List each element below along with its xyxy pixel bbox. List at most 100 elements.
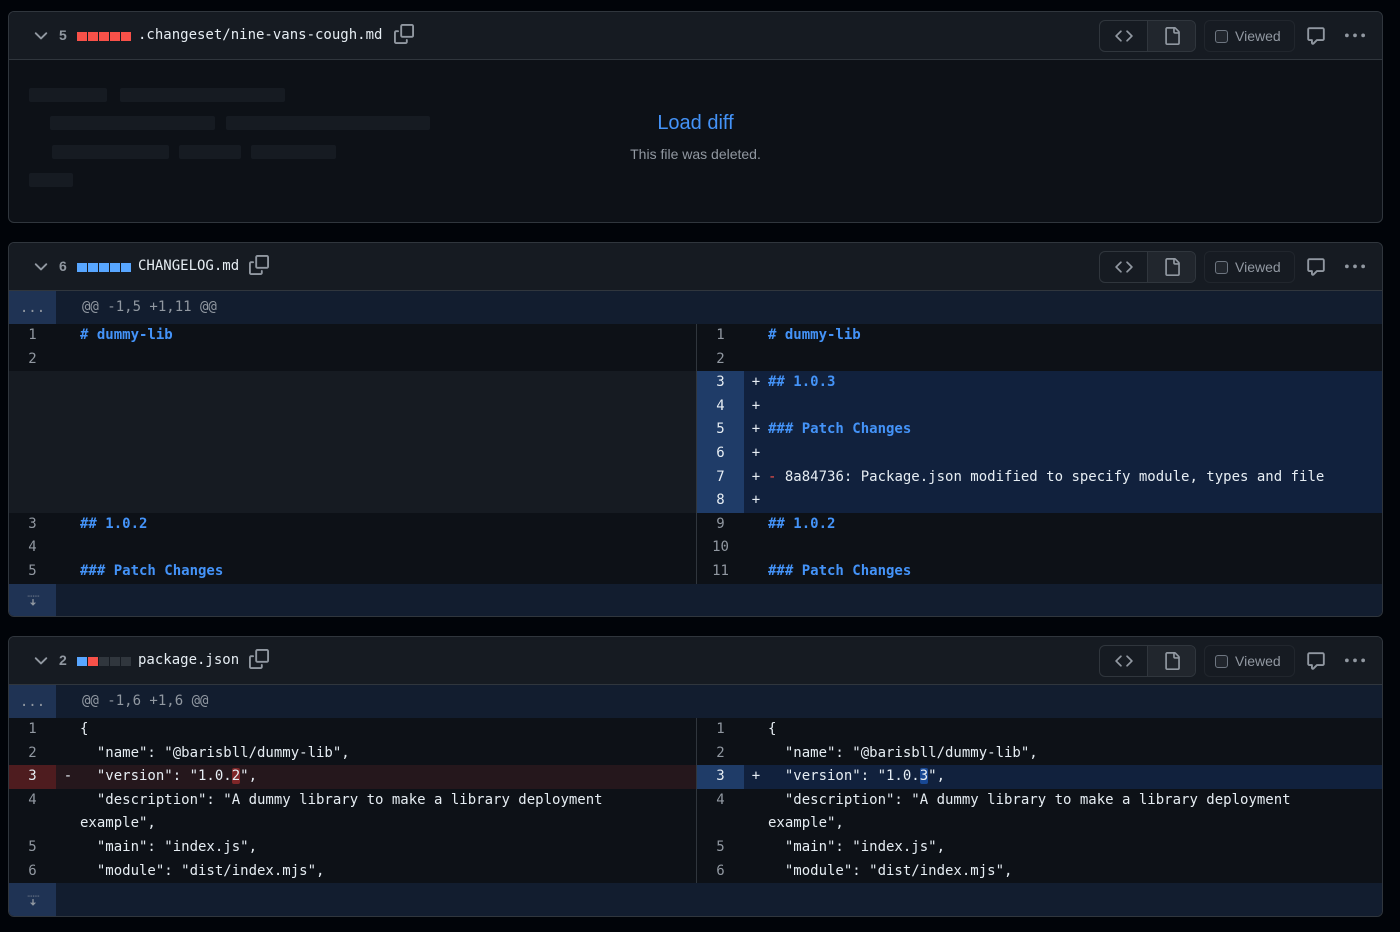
diff-row: 5 ### Patch Changes 11 ### Patch Changes — [9, 559, 1382, 584]
line-number[interactable]: 5 — [697, 418, 744, 442]
diff-marker: + — [751, 492, 761, 509]
chevron-down-icon[interactable] — [31, 257, 51, 277]
code-text: ", — [240, 768, 258, 785]
chevron-down-icon[interactable] — [31, 26, 51, 46]
right-side: 3 + "version": "1.0.3", — [696, 765, 1382, 789]
file-icon — [1164, 258, 1180, 276]
load-diff-link[interactable]: Load diff — [9, 112, 1382, 135]
code-line: "name": "@barisbll/dummy-lib", — [768, 742, 1382, 766]
left-side — [9, 465, 696, 490]
line-number[interactable]: 4 — [697, 394, 744, 419]
code-text: "version": "1.0. — [768, 768, 920, 785]
file-name-link[interactable]: .changeset/nine-vans-cough.md — [138, 27, 382, 43]
line-number[interactable]: 3 — [9, 513, 56, 537]
copy-icon[interactable] — [249, 255, 271, 277]
expand-up-button[interactable]: ... — [9, 685, 56, 718]
line-number[interactable]: 7 — [697, 465, 744, 490]
line-number[interactable]: 5 — [9, 560, 56, 584]
line-number[interactable]: 1 — [697, 718, 744, 742]
left-side: 5 "main": "index.js", — [9, 836, 696, 860]
code-text: "description": "A dummy library to make … — [768, 791, 1300, 832]
line-number[interactable]: 8 — [697, 489, 744, 513]
left-side: 1{ — [9, 718, 696, 742]
viewed-checkbox[interactable]: Viewed — [1204, 251, 1295, 283]
kebab-horizontal-icon[interactable] — [1344, 26, 1366, 46]
viewed-checkbox[interactable]: Viewed — [1204, 20, 1295, 52]
line-number[interactable]: 2 — [9, 348, 56, 372]
diff-marker: + — [751, 768, 761, 785]
line-number[interactable]: 3 — [697, 765, 744, 789]
skeleton-line — [120, 88, 285, 102]
line-number[interactable]: 2 — [9, 742, 56, 766]
line-number[interactable]: 1 — [9, 324, 56, 348]
kebab-horizontal-icon[interactable] — [1344, 651, 1366, 671]
line-number[interactable]: 3 — [697, 371, 744, 395]
viewed-checkbox[interactable]: Viewed — [1204, 645, 1295, 677]
line-number[interactable]: 6 — [9, 860, 56, 884]
code-view-button[interactable] — [1100, 646, 1147, 676]
comment-icon[interactable] — [1306, 257, 1326, 277]
line-number[interactable]: 2 — [697, 348, 744, 372]
comment-icon[interactable] — [1306, 651, 1326, 671]
file-name-link[interactable]: CHANGELOG.md — [138, 258, 239, 274]
line-number[interactable]: 4 — [9, 789, 56, 836]
code-line: "module": "dist/index.mjs", — [80, 860, 696, 884]
diffstat-block — [77, 32, 87, 41]
diff-marker: + — [751, 374, 761, 391]
line-number[interactable]: 2 — [697, 742, 744, 766]
diff-marker — [744, 348, 768, 372]
expand-footer — [9, 883, 1382, 916]
diffstat-block — [110, 263, 120, 272]
file-view-button[interactable] — [1147, 21, 1195, 51]
expand-down-button[interactable] — [9, 883, 56, 916]
diffstat-block — [99, 657, 109, 666]
code-view-button[interactable] — [1100, 21, 1147, 51]
code-view-button[interactable] — [1100, 252, 1147, 282]
unfold-down-icon — [27, 595, 39, 606]
change-count: 6 — [59, 258, 67, 274]
diff-row: 8 + — [9, 489, 1382, 513]
right-side: 8 + — [696, 489, 1382, 513]
right-side: 7 + - 8a84736: Package.json modified to sp… — [696, 465, 1382, 490]
line-number[interactable]: 6 — [697, 860, 744, 884]
line-number[interactable]: 1 — [697, 324, 744, 348]
code-line: ### Patch Changes — [768, 560, 1382, 584]
kebab-horizontal-icon[interactable] — [1344, 257, 1366, 277]
line-number[interactable]: 3 — [9, 765, 56, 789]
line-number[interactable]: 5 — [9, 836, 56, 860]
left-side: 1 # dummy-lib — [9, 324, 696, 348]
diff-marker — [56, 560, 80, 584]
view-toggle-group — [1099, 20, 1196, 52]
line-number[interactable]: 4 — [9, 536, 56, 560]
code-line: "main": "index.js", — [768, 836, 1382, 860]
copy-icon[interactable] — [249, 649, 271, 671]
line-number[interactable]: 5 — [697, 836, 744, 860]
diff-marker: + — [751, 421, 761, 438]
left-side — [9, 441, 696, 466]
expand-down-button[interactable] — [9, 583, 56, 616]
file-view-button[interactable] — [1147, 646, 1195, 676]
line-number[interactable]: 9 — [697, 513, 744, 537]
expand-up-button[interactable]: ... — [9, 291, 56, 324]
code-text: "description": "A dummy library to make … — [80, 791, 612, 832]
code-line: "description": "A dummy library to make … — [80, 789, 696, 836]
chevron-down-icon[interactable] — [31, 651, 51, 671]
right-side: 6 "module": "dist/index.mjs", — [696, 859, 1382, 884]
file-view-button[interactable] — [1147, 252, 1195, 282]
file-name-link[interactable]: package.json — [138, 652, 239, 668]
line-number[interactable]: 10 — [697, 536, 744, 560]
copy-icon[interactable] — [394, 24, 416, 46]
line-number[interactable]: 4 — [697, 789, 744, 836]
diffstat — [77, 657, 131, 666]
line-number[interactable]: 6 — [697, 441, 744, 466]
line-number[interactable]: 11 — [697, 560, 744, 584]
comment-icon[interactable] — [1306, 26, 1326, 46]
left-side — [9, 489, 696, 513]
code-text: # dummy-lib — [80, 327, 173, 343]
line-number[interactable]: 1 — [9, 718, 56, 742]
diffstat-block — [88, 263, 98, 272]
code-line: { — [80, 718, 696, 742]
